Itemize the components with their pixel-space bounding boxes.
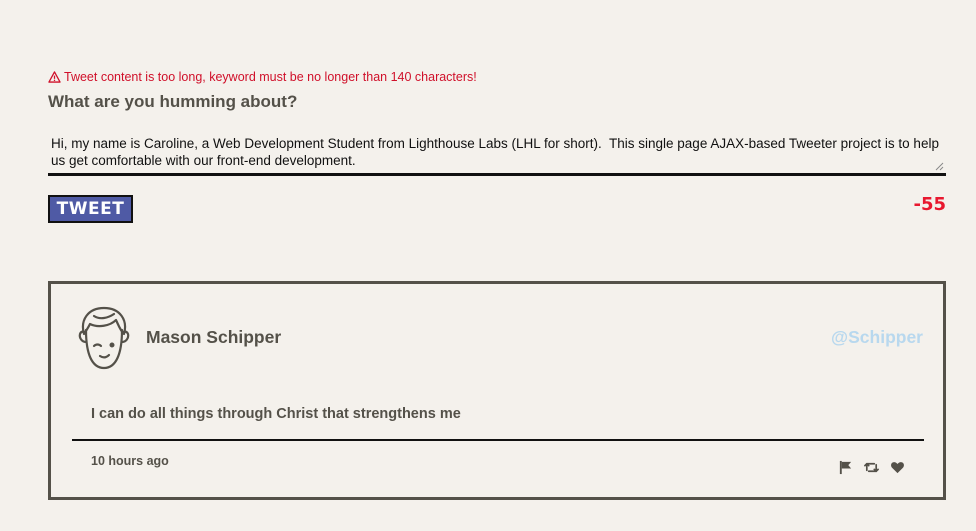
heart-icon[interactable] (889, 459, 905, 475)
error-message: Tweet content is too long, keyword must … (48, 70, 477, 84)
tweet-actions (837, 459, 905, 475)
tweet-timestamp: 10 hours ago (91, 454, 169, 468)
tweet-author-handle: @Schipper (831, 327, 923, 347)
compose-area (48, 133, 946, 176)
tweet-textarea[interactable] (48, 133, 946, 173)
flag-icon[interactable] (837, 459, 853, 475)
warning-icon (48, 71, 61, 83)
tweet-content: I can do all things through Christ that … (91, 406, 461, 422)
face-avatar-icon (78, 306, 130, 370)
tweet-submit-button[interactable]: TWEET (48, 195, 133, 223)
tweet-author-name: Mason Schipper (146, 327, 282, 347)
tweet-card: Mason Schipper @Schipper I can do all th… (48, 281, 946, 500)
char-counter: -55 (913, 194, 946, 215)
error-text: Tweet content is too long, keyword must … (64, 70, 477, 84)
tweet-divider (72, 439, 924, 441)
compose-prompt: What are you humming about? (48, 92, 298, 111)
retweet-icon[interactable] (863, 459, 879, 475)
resize-handle-icon[interactable] (935, 162, 944, 171)
